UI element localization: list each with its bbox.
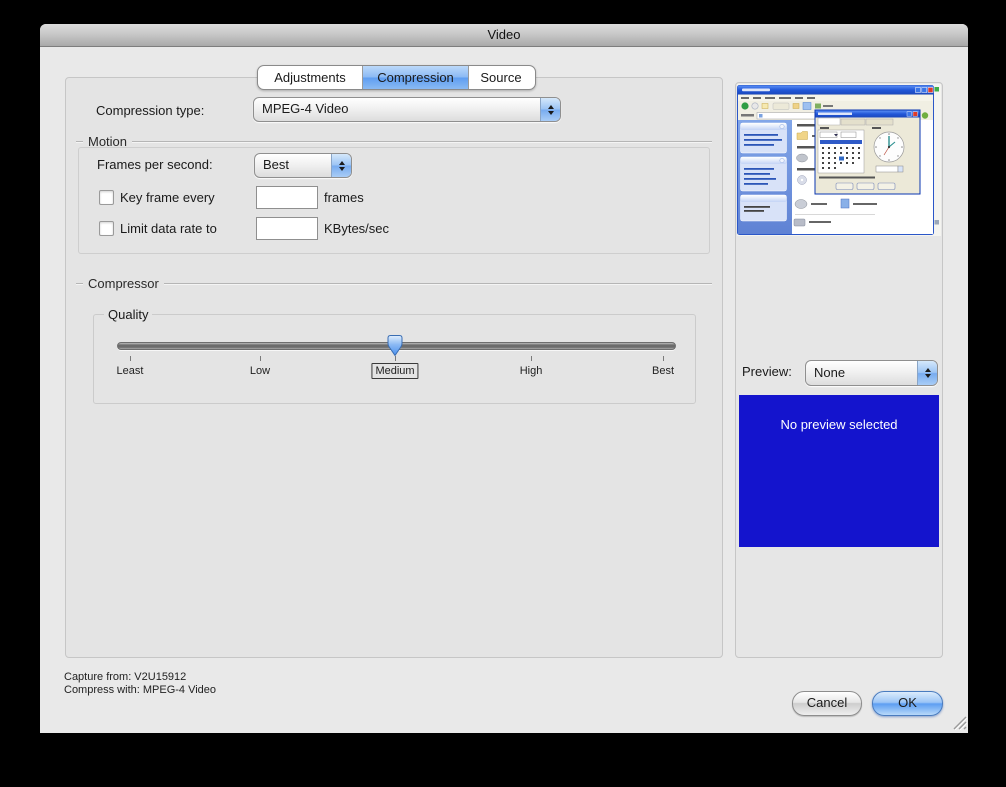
- compressor-section-label: Compressor: [88, 276, 159, 291]
- datarate-unit-label: KBytes/sec: [324, 221, 389, 236]
- keyframe-label: Key frame every: [120, 190, 215, 205]
- resize-grip-icon[interactable]: [950, 713, 967, 730]
- slider-tick: [130, 356, 131, 361]
- tab-compression-label: Compression: [377, 70, 454, 85]
- arrow-down-icon: [339, 167, 345, 171]
- fps-popup[interactable]: Best: [254, 153, 352, 178]
- quality-slider-thumb[interactable]: [386, 334, 404, 357]
- popup-stepper-icon: [331, 154, 351, 177]
- compressor-section-header: Compressor: [76, 276, 712, 291]
- slider-label-low: Low: [250, 365, 270, 377]
- popup-stepper-icon: [540, 98, 560, 121]
- section-divider-line: [76, 283, 83, 285]
- slider-tick: [395, 356, 396, 361]
- keyframe-unit-label: frames: [324, 190, 364, 205]
- capture-info: Capture from: V2U15912 Compress with: MP…: [64, 671, 216, 697]
- ok-button-label: OK: [898, 695, 917, 710]
- preview-display: No preview selected: [739, 395, 939, 547]
- fps-value: Best: [255, 154, 331, 177]
- preview-popup[interactable]: None: [805, 360, 938, 386]
- slider-label-medium: Medium: [371, 363, 418, 379]
- compression-pane: Compression type: MPEG-4 Video Motion Fr…: [65, 77, 723, 658]
- slider-label-best: Best: [652, 365, 674, 377]
- preview-thumbnail: [737, 84, 941, 236]
- quality-box: Quality Least Low: [93, 314, 696, 404]
- tab-bar: Adjustments Compression Source: [257, 65, 536, 90]
- slider-tick: [260, 356, 261, 361]
- screen-background: Video Adjustments Compression Source Com…: [0, 0, 1006, 787]
- arrow-up-icon: [548, 105, 554, 109]
- ok-button[interactable]: OK: [872, 691, 943, 716]
- motion-box: Frames per second: Best Key frame every …: [78, 147, 710, 254]
- slider-tick: [663, 356, 664, 361]
- tab-source[interactable]: Source: [469, 66, 533, 89]
- arrow-up-icon: [925, 368, 931, 372]
- tab-adjustments-label: Adjustments: [274, 70, 346, 85]
- window-title: Video: [487, 27, 520, 42]
- slider-tick: [531, 356, 532, 361]
- arrow-up-icon: [339, 161, 345, 165]
- window-titlebar: Video: [40, 24, 968, 47]
- cancel-button-label: Cancel: [807, 695, 847, 710]
- tab-compression[interactable]: Compression: [363, 66, 469, 89]
- slider-label-high: High: [520, 365, 543, 377]
- slider-label-least: Least: [117, 365, 144, 377]
- datarate-checkbox[interactable]: [99, 221, 114, 236]
- section-divider-line: [132, 141, 712, 143]
- popup-stepper-icon: [917, 361, 937, 385]
- datarate-label: Limit data rate to: [120, 221, 217, 236]
- capture-from-text: Capture from: V2U15912: [64, 671, 216, 684]
- section-divider-line: [164, 283, 712, 285]
- preview-label: Preview:: [742, 364, 792, 379]
- fps-label: Frames per second:: [97, 157, 213, 172]
- arrow-down-icon: [925, 374, 931, 378]
- compression-type-popup[interactable]: MPEG-4 Video: [253, 97, 561, 122]
- compression-type-label: Compression type:: [96, 103, 204, 118]
- section-divider-line: [76, 141, 83, 143]
- datarate-field[interactable]: [256, 217, 318, 240]
- compress-with-text: Compress with: MPEG-4 Video: [64, 684, 216, 697]
- quality-label: Quality: [104, 307, 152, 322]
- tab-source-label: Source: [480, 70, 521, 85]
- preview-value: None: [806, 361, 917, 385]
- compression-type-value: MPEG-4 Video: [254, 98, 540, 121]
- keyframe-checkbox[interactable]: [99, 190, 114, 205]
- video-dialog: Video Adjustments Compression Source Com…: [40, 24, 968, 733]
- keyframe-field[interactable]: [256, 186, 318, 209]
- arrow-down-icon: [548, 111, 554, 115]
- cancel-button[interactable]: Cancel: [792, 691, 862, 716]
- no-preview-message: No preview selected: [780, 417, 897, 432]
- preview-pane: Preview: None No preview selected: [735, 82, 943, 658]
- tab-adjustments[interactable]: Adjustments: [258, 66, 363, 89]
